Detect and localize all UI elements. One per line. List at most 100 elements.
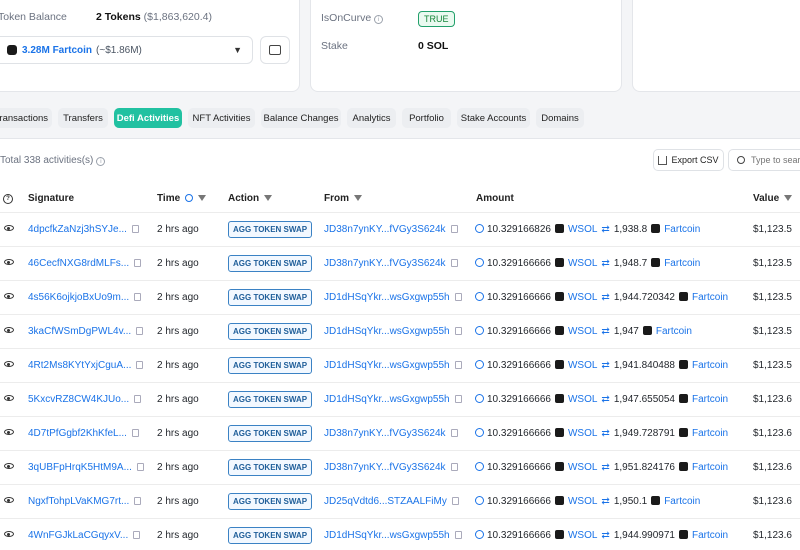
from-address-link[interactable]: JD1dHSqYkr...wsGxgwp55h bbox=[324, 394, 450, 405]
table-row[interactable]: 5KxcvRZ8CW4KJUo... 2 hrs ago AGG TOKEN SWA… bbox=[0, 383, 800, 417]
table-row[interactable]: 3kaCfWSmDgPWL4v... 2 hrs ago AGG TOKEN SWA… bbox=[0, 315, 800, 349]
from-address-link[interactable]: JD1dHSqYkr...wsGxgwp55h bbox=[324, 292, 450, 303]
signature-link[interactable]: 4dpcfkZaNzj3hSYJe... bbox=[28, 224, 127, 235]
copy-icon[interactable] bbox=[136, 327, 144, 335]
token-out-link[interactable]: Fartcoin bbox=[656, 326, 692, 337]
token-out-link[interactable]: Fartcoin bbox=[692, 428, 728, 439]
from-address-link[interactable]: JD38n7ynKY...fVGy3S624k bbox=[324, 462, 446, 473]
token-out-link[interactable]: Fartcoin bbox=[692, 462, 728, 473]
search-input[interactable] bbox=[751, 155, 800, 165]
eye-icon[interactable] bbox=[4, 225, 14, 231]
signature-link[interactable]: 4D7tPfGgbf2KhKfeL... bbox=[28, 428, 127, 439]
token-out-link[interactable]: Fartcoin bbox=[692, 360, 728, 371]
token-in-link[interactable]: WSOL bbox=[568, 428, 597, 439]
eye-icon[interactable] bbox=[4, 531, 14, 537]
from-address-link[interactable]: JD38n7ynKY...fVGy3S624k bbox=[324, 224, 446, 235]
tab-portfolio[interactable]: Portfolio bbox=[402, 108, 451, 128]
signature-link[interactable]: 3kaCfWSmDgPWL4v... bbox=[28, 326, 131, 337]
signature-link[interactable]: 4WnFGJkLaCGqyxV... bbox=[28, 530, 128, 541]
token-in-link[interactable]: WSOL bbox=[568, 292, 597, 303]
copy-icon[interactable] bbox=[454, 395, 462, 403]
signature-link[interactable]: 5KxcvRZ8CW4KJUo... bbox=[28, 394, 129, 405]
from-address-link[interactable]: JD25qVdtd6...STZAALFiMy bbox=[324, 496, 447, 507]
tab-domains[interactable]: Domains bbox=[536, 108, 584, 128]
token-in-link[interactable]: WSOL bbox=[568, 360, 597, 371]
tab-stake-accounts[interactable]: Stake Accounts bbox=[457, 108, 530, 128]
table-row[interactable]: 3qUBFpHrqK5HtM9A... 2 hrs ago AGG TOKEN SW… bbox=[0, 451, 800, 485]
tab-nft-activities[interactable]: NFT Activities bbox=[188, 108, 255, 128]
signature-link[interactable]: NgxfTohpLVaKMG7rt... bbox=[28, 496, 129, 507]
filter-icon[interactable] bbox=[264, 195, 273, 201]
header-from[interactable]: From bbox=[324, 193, 362, 204]
token-out-link[interactable]: Fartcoin bbox=[664, 258, 700, 269]
token-in-link[interactable]: WSOL bbox=[568, 530, 597, 541]
from-address-link[interactable]: JD38n7ynKY...fVGy3S624k bbox=[324, 258, 446, 269]
copy-icon[interactable] bbox=[136, 361, 144, 369]
token-out-link[interactable]: Fartcoin bbox=[692, 292, 728, 303]
tab-transfers[interactable]: Transfers bbox=[58, 108, 108, 128]
signature-link[interactable]: 46CecfNXG8rdMLFs... bbox=[28, 258, 129, 269]
eye-icon[interactable] bbox=[4, 327, 14, 333]
table-row[interactable]: 4WnFGJkLaCGqyxV... 2 hrs ago AGG TOKEN SWA… bbox=[0, 519, 800, 550]
tab-defi-activities[interactable]: Defi Activities bbox=[114, 108, 182, 128]
table-row[interactable]: NgxfTohpLVaKMG7rt... 2 hrs ago AGG TOKEN S… bbox=[0, 485, 800, 519]
copy-icon[interactable] bbox=[133, 531, 141, 539]
table-row[interactable]: 4Rt2Ms8KYtYxjCguA... 2 hrs ago AGG TOKEN S… bbox=[0, 349, 800, 383]
clock-icon[interactable] bbox=[185, 194, 194, 202]
token-out-link[interactable]: Fartcoin bbox=[692, 394, 728, 405]
portfolio-folder-button[interactable] bbox=[260, 36, 290, 64]
copy-icon[interactable] bbox=[454, 531, 462, 539]
copy-icon[interactable] bbox=[451, 497, 459, 505]
copy-icon[interactable] bbox=[450, 259, 458, 267]
filter-icon[interactable] bbox=[784, 195, 793, 201]
copy-icon[interactable] bbox=[134, 497, 142, 505]
token-in-link[interactable]: WSOL bbox=[568, 496, 597, 507]
table-row[interactable]: 4dpcfkZaNzj3hSYJe... 2 hrs ago AGG TOKEN S… bbox=[0, 213, 800, 247]
eye-icon[interactable] bbox=[4, 429, 14, 435]
copy-icon[interactable] bbox=[131, 225, 139, 233]
copy-icon[interactable] bbox=[454, 327, 462, 335]
eye-icon[interactable] bbox=[4, 463, 14, 469]
copy-icon[interactable] bbox=[136, 463, 144, 471]
token-in-link[interactable]: WSOL bbox=[568, 326, 597, 337]
search-box[interactable] bbox=[728, 149, 800, 171]
signature-link[interactable]: 4Rt2Ms8KYtYxjCguA... bbox=[28, 360, 131, 371]
token-in-link[interactable]: WSOL bbox=[568, 462, 597, 473]
token-dropdown[interactable]: 3.28M Fartcoin (~$1.86M) ▼ bbox=[0, 36, 253, 64]
filter-icon[interactable] bbox=[198, 195, 207, 201]
table-row[interactable]: 4s56K6ojkjoBxUo9m... 2 hrs ago AGG TOKEN S… bbox=[0, 281, 800, 315]
copy-icon[interactable] bbox=[454, 361, 462, 369]
eye-icon[interactable] bbox=[4, 259, 14, 265]
from-address-link[interactable]: JD1dHSqYkr...wsGxgwp55h bbox=[324, 326, 450, 337]
table-row[interactable]: 4D7tPfGgbf2KhKfeL... 2 hrs ago AGG TOKEN S… bbox=[0, 417, 800, 451]
export-csv-button[interactable]: Export CSV bbox=[653, 149, 724, 171]
eye-icon[interactable] bbox=[4, 293, 14, 299]
copy-icon[interactable] bbox=[450, 429, 458, 437]
eye-icon[interactable] bbox=[4, 395, 14, 401]
token-in-link[interactable]: WSOL bbox=[568, 394, 597, 405]
token-out-link[interactable]: Fartcoin bbox=[692, 530, 728, 541]
from-address-link[interactable]: JD1dHSqYkr...wsGxgwp55h bbox=[324, 360, 450, 371]
tab-transactions[interactable]: Transactions bbox=[0, 108, 52, 128]
copy-icon[interactable] bbox=[454, 293, 462, 301]
copy-icon[interactable] bbox=[134, 395, 142, 403]
token-out-link[interactable]: Fartcoin bbox=[664, 224, 700, 235]
copy-icon[interactable] bbox=[134, 259, 142, 267]
tab-analytics[interactable]: Analytics bbox=[347, 108, 396, 128]
table-row[interactable]: 46CecfNXG8rdMLFs... 2 hrs ago AGG TOKEN SW… bbox=[0, 247, 800, 281]
header-value[interactable]: Value bbox=[753, 193, 793, 204]
from-address-link[interactable]: JD1dHSqYkr...wsGxgwp55h bbox=[324, 530, 450, 541]
token-in-link[interactable]: WSOL bbox=[568, 258, 597, 269]
token-in-link[interactable]: WSOL bbox=[568, 224, 597, 235]
copy-icon[interactable] bbox=[450, 463, 458, 471]
copy-icon[interactable] bbox=[134, 293, 142, 301]
copy-icon[interactable] bbox=[131, 429, 139, 437]
eye-icon[interactable] bbox=[4, 497, 14, 503]
from-address-link[interactable]: JD38n7ynKY...fVGy3S624k bbox=[324, 428, 446, 439]
copy-icon[interactable] bbox=[450, 225, 458, 233]
filter-icon[interactable] bbox=[354, 195, 362, 201]
token-out-link[interactable]: Fartcoin bbox=[664, 496, 700, 507]
signature-link[interactable]: 3qUBFpHrqK5HtM9A... bbox=[28, 462, 132, 473]
signature-link[interactable]: 4s56K6ojkjoBxUo9m... bbox=[28, 292, 129, 303]
header-action[interactable]: Action bbox=[228, 193, 273, 204]
